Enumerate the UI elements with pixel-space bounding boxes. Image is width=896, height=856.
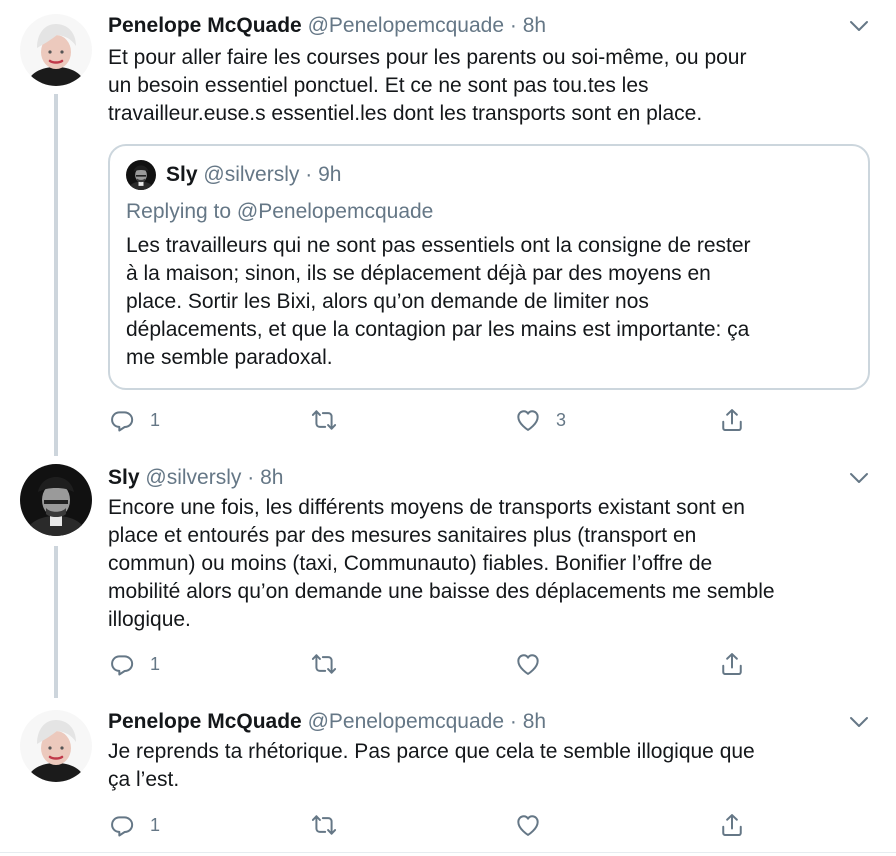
text-line: à la maison; sinon, ils se déplacement d… <box>126 262 711 285</box>
quoted-author-name: Sly <box>166 163 198 186</box>
tweet[interactable]: Penelope McQuade @Penelopemcquade · 8h E… <box>0 0 896 456</box>
tweet-actions: 1 <box>108 647 768 681</box>
heart-icon <box>514 650 542 678</box>
avatar-image <box>126 160 156 190</box>
author-name[interactable]: Sly <box>108 466 140 489</box>
tweet-header: Penelope McQuade @Penelopemcquade · 8h <box>108 708 546 736</box>
author-handle[interactable]: @Penelopemcquade <box>308 710 504 733</box>
text-line: Encore une fois, les différents moyens d… <box>108 496 745 519</box>
retweet-icon <box>310 650 338 678</box>
separator-dot: · <box>247 466 255 489</box>
reply-button[interactable]: 1 <box>108 403 160 437</box>
like-count: 3 <box>556 409 567 430</box>
replying-to-label: Replying to @Penelopemcquade <box>126 200 434 223</box>
like-button[interactable] <box>514 647 556 681</box>
share-icon <box>718 811 746 839</box>
author-handle[interactable]: @Penelopemcquade <box>308 14 504 37</box>
text-line: travailleur.euse.s essentiel.les dont le… <box>108 102 703 125</box>
heart-icon <box>514 406 542 434</box>
separator-dot: · <box>305 163 313 186</box>
tweet[interactable]: Penelope McQuade @Penelopemcquade · 8h J… <box>0 696 896 856</box>
separator-dot: · <box>509 710 517 733</box>
quoted-author-handle: @silversly <box>203 163 300 186</box>
share-button[interactable] <box>718 808 746 842</box>
text-line: illogique. <box>108 608 191 631</box>
retweet-icon <box>310 811 338 839</box>
reply-count: 1 <box>150 409 161 430</box>
text-line: commun) ou moins (taxi, Communauto) fiab… <box>108 552 713 575</box>
quoted-tweet[interactable]: Sly @silversly · 9h Replying to @Penelop… <box>108 144 870 390</box>
tweet-actions: 1 3 <box>108 403 768 437</box>
retweet-button[interactable] <box>310 403 352 437</box>
timestamp[interactable]: 8h <box>260 466 283 489</box>
avatar[interactable] <box>20 710 92 782</box>
reply-button[interactable]: 1 <box>108 647 160 681</box>
tweet-header: Penelope McQuade @Penelopemcquade · 8h <box>108 12 546 40</box>
tweet-text: Encore une fois, les différents moyens d… <box>108 494 868 634</box>
quoted-timestamp: 9h <box>318 163 342 186</box>
avatar[interactable] <box>20 14 92 86</box>
heart-icon <box>514 811 542 839</box>
timestamp[interactable]: 8h <box>523 710 546 733</box>
like-button[interactable] <box>514 808 556 842</box>
author-name[interactable]: Penelope McQuade <box>108 14 302 37</box>
text-line: me semble paradoxal. <box>126 346 333 369</box>
tweet-text: Et pour aller faire les courses pour les… <box>108 44 868 128</box>
chevron-down-icon[interactable] <box>848 714 870 730</box>
share-button[interactable] <box>718 403 746 437</box>
tweet-actions: 1 <box>108 808 768 842</box>
share-button[interactable] <box>718 647 746 681</box>
tweet-text: Je reprends ta rhétorique. Pas parce que… <box>108 738 868 794</box>
avatar-image <box>20 710 92 782</box>
retweet-button[interactable] <box>310 808 352 842</box>
chevron-down-icon[interactable] <box>848 18 870 34</box>
quoted-avatar <box>126 160 156 190</box>
text-line: Je reprends ta rhétorique. Pas parce que… <box>108 740 755 763</box>
share-icon <box>718 406 746 434</box>
reply-icon <box>108 650 136 678</box>
avatar[interactable] <box>20 464 92 536</box>
reply-button[interactable]: 1 <box>108 808 160 842</box>
text-line: ça l’est. <box>108 768 180 791</box>
share-icon <box>718 650 746 678</box>
text-line: Et pour aller faire les courses pour les… <box>108 46 747 69</box>
tweet-header: Sly @silversly · 8h <box>108 464 283 492</box>
author-handle[interactable]: @silversly <box>145 466 241 489</box>
avatar-image <box>20 464 92 536</box>
quoted-tweet-header: Sly @silversly · 9h <box>126 160 341 190</box>
reply-count: 1 <box>150 814 161 835</box>
chevron-down-icon[interactable] <box>848 470 870 486</box>
tweet[interactable]: Sly @silversly · 8h Encore une fois, les… <box>0 452 896 698</box>
reply-count: 1 <box>150 653 161 674</box>
text-line: mobilité alors qu’on demande une baisse … <box>108 580 775 603</box>
text-line: place. Sortir les Bixi, alors qu’on dema… <box>126 290 649 313</box>
retweet-icon <box>310 406 338 434</box>
reply-icon <box>108 406 136 434</box>
timestamp[interactable]: 8h <box>523 14 546 37</box>
reply-icon <box>108 811 136 839</box>
text-line: place et entourés par des mesures sanita… <box>108 524 697 547</box>
text-line: un besoin essentiel ponctuel. Et ce ne s… <box>108 74 649 97</box>
separator-dot: · <box>509 14 517 37</box>
quoted-tweet-text: Les travailleurs qui ne sont pas essenti… <box>126 232 856 372</box>
like-button[interactable]: 3 <box>514 403 566 437</box>
author-name[interactable]: Penelope McQuade <box>108 710 302 733</box>
avatar-image <box>20 14 92 86</box>
divider <box>0 852 896 853</box>
retweet-button[interactable] <box>310 647 352 681</box>
text-line: Les travailleurs qui ne sont pas essenti… <box>126 234 751 257</box>
text-line: déplacements, et que la contagion par le… <box>126 318 750 341</box>
